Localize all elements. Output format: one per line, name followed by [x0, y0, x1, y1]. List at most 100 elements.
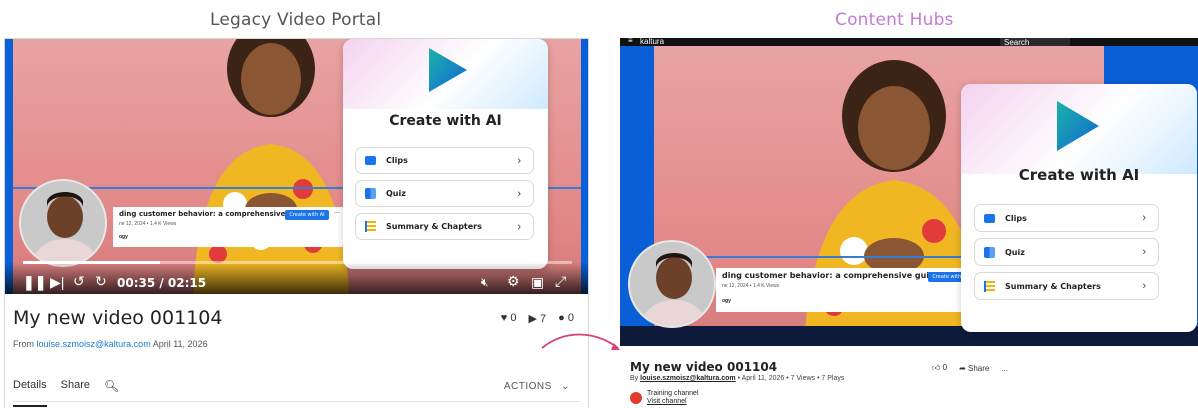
settings-icon[interactable]: ⚙ — [507, 273, 520, 289]
quiz-icon — [365, 188, 376, 199]
ai-item-label: Clips — [1005, 213, 1027, 223]
hub-ai-card-title: Create with AI — [1018, 166, 1140, 184]
hub-embedded-sub: ogy — [722, 298, 731, 304]
likes-stat[interactable]: ♥ 0 — [501, 312, 517, 325]
share-icon: ➦ — [959, 363, 966, 373]
tab-details[interactable]: Details — [13, 379, 47, 407]
embedded-video-card: ding customer behavior: a comprehensive … — [113, 207, 343, 247]
chevron-right-icon: › — [1142, 280, 1146, 292]
actions-dropdown[interactable]: ACTIONS ⌄ — [504, 381, 570, 392]
hub-video-player[interactable]: ≡ kaltura Search ding customer behavior:… — [620, 38, 1198, 346]
hub-embedded-title: ding customer behavior: a comprehensive … — [722, 271, 941, 280]
play-icon: ▶ — [528, 313, 537, 325]
from-prefix: From — [13, 339, 34, 349]
picture-in-picture-icon[interactable]: ▣ — [531, 274, 544, 290]
hub-ai-item-clips[interactable]: Clips › — [974, 204, 1159, 232]
embedded-create-ai-button[interactable]: Create with AI — [285, 210, 329, 220]
heart-icon: ♥ — [500, 312, 508, 324]
channel-logo-icon — [630, 392, 642, 404]
hub-video-title: My new video 001104 — [630, 360, 778, 374]
forward-10-icon[interactable]: ↻ — [95, 273, 107, 289]
hub-ai-item-summary[interactable]: Summary & Chapters › — [974, 272, 1159, 300]
hub-ai-item-quiz[interactable]: Quiz › — [974, 238, 1159, 266]
chevron-right-icon: › — [517, 154, 521, 167]
hub-create-with-ai-card: Create with AI Clips › Quiz › Summary & … — [961, 84, 1197, 332]
embedded-video-sub: ogy — [119, 234, 128, 240]
legacy-portal-panel: ding customer behavior: a comprehensive … — [4, 38, 589, 408]
progress-track[interactable] — [23, 261, 572, 264]
progress-fill — [23, 261, 161, 264]
by-prefix: By — [630, 375, 639, 382]
embedded-video-title: ding customer behavior: a comprehensive … — [119, 210, 310, 218]
hub-embedded-video-card: ding customer behavior: a comprehensive … — [716, 268, 996, 312]
menu-icon[interactable]: ≡ — [628, 38, 633, 45]
like-button[interactable]: 👍︎ 0 — [932, 363, 947, 373]
kaltura-logo[interactable]: kaltura — [640, 38, 664, 46]
player-controls-bar — [5, 262, 588, 294]
hub-plays: 7 Plays — [821, 375, 845, 382]
embedded-more-icon[interactable]: ... — [334, 208, 340, 215]
mute-icon[interactable]: 🔇︎ — [481, 274, 489, 290]
quiz-icon — [984, 246, 995, 258]
comment-icon: ● — [558, 312, 565, 324]
like-count: 0 — [942, 363, 948, 372]
fullscreen-icon[interactable]: ⤢ — [555, 273, 566, 289]
chevron-right-icon: › — [1142, 212, 1146, 224]
presenter-avatar — [19, 179, 107, 267]
play-logo-icon — [1057, 101, 1099, 151]
rewind-10-icon[interactable]: ↺ — [73, 273, 85, 289]
playback-time: 00:35 / 02:15 — [117, 276, 207, 290]
ai-item-clips[interactable]: Clips › — [355, 147, 534, 174]
pause-icon[interactable]: ❚❚ — [23, 274, 46, 290]
clips-icon — [984, 213, 995, 223]
actions-label: ACTIONS — [503, 381, 552, 392]
hub-embedded-meta: ne 12, 2024 • 1.4 K Views — [722, 283, 780, 289]
share-button[interactable]: ➦ Share — [959, 364, 989, 373]
hub-top-bar: ≡ kaltura Search — [620, 38, 1198, 47]
ai-item-label: Clips — [386, 156, 408, 165]
search-input[interactable]: Search — [1000, 38, 1070, 47]
ai-item-label: Quiz — [1005, 247, 1025, 257]
hubs-heading: Content Hubs — [835, 10, 954, 30]
hub-action-bar: 👍︎ 0 ➦ Share ... — [932, 363, 1008, 373]
clips-icon — [365, 156, 376, 165]
video-owner-line: From louise.szmoisz@kaltura.com April 11… — [13, 339, 208, 349]
comments-count: 0 — [567, 312, 574, 324]
presenter-avatar-illustration — [630, 242, 714, 326]
hub-owner-link[interactable]: louise.szmoisz@kaltura.com — [640, 375, 736, 382]
search-icon[interactable]: 🔍︎ — [104, 379, 119, 407]
chevron-down-icon: ⌄ — [561, 381, 570, 392]
transition-arrow-icon — [541, 333, 620, 350]
ai-item-quiz[interactable]: Quiz › — [355, 180, 534, 207]
play-logo-icon — [429, 48, 467, 92]
ai-item-label: Summary & Chapters — [1005, 281, 1101, 291]
summary-icon — [984, 280, 995, 292]
upload-date: April 11, 2026 — [152, 339, 208, 349]
content-hubs-panel: ≡ kaltura Search ding customer behavior:… — [620, 38, 1198, 408]
ai-item-label: Quiz — [386, 189, 406, 198]
presenter-avatar-illustration — [21, 181, 105, 265]
hub-views: 7 Views — [790, 375, 816, 382]
hub-presenter-avatar — [628, 240, 716, 328]
legacy-video-player[interactable]: ding customer behavior: a comprehensive … — [5, 39, 588, 294]
ai-card-title: Create with AI — [389, 113, 502, 129]
owner-link[interactable]: louise.szmoisz@kaltura.com — [37, 339, 151, 349]
more-options-icon[interactable]: ... — [1001, 364, 1008, 373]
comments-stat[interactable]: ● 0 — [558, 312, 574, 325]
channel-name: Training channel — [647, 390, 699, 397]
chevron-right-icon: › — [1142, 246, 1146, 258]
thumbs-up-icon: 👍︎ — [932, 363, 941, 372]
details-tabs: Details Share 🔍︎ — [13, 379, 119, 407]
tabs-divider — [13, 401, 580, 402]
video-stats: ♥ 0 ▶ 7 ● 0 — [501, 312, 574, 325]
next-icon[interactable]: ▶| — [50, 274, 64, 290]
video-title: My new video 001104 — [13, 307, 223, 329]
ai-item-summary[interactable]: Summary & Chapters › — [355, 213, 534, 240]
plays-stat: ▶ 7 — [529, 312, 547, 325]
tab-share[interactable]: Share — [61, 379, 90, 407]
embedded-video-meta: ne 12, 2024 • 1.4 K Views — [119, 221, 177, 227]
create-with-ai-card: Create with AI Clips › Quiz › Summary & … — [343, 39, 548, 269]
hub-channel-info: Training channel Visit channel — [630, 390, 699, 406]
visit-channel-link[interactable]: Visit channel — [647, 398, 699, 406]
hub-upload-date: April 11, 2026 — [741, 375, 785, 382]
